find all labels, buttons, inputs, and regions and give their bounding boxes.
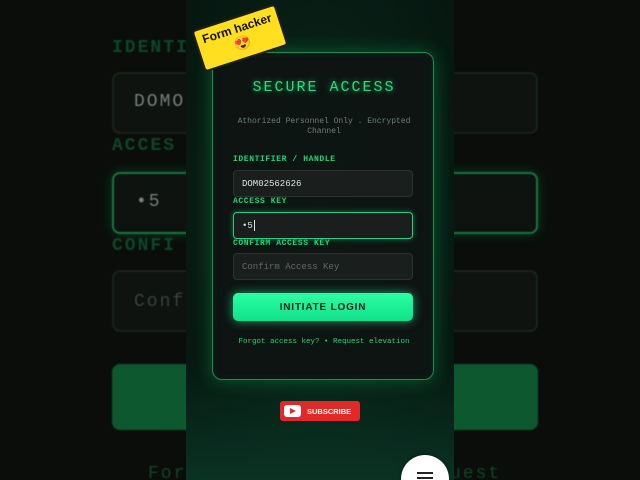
access-key-input[interactable]: •5 <box>233 212 413 239</box>
subscribe-label: SUBSCRIBE <box>307 406 352 416</box>
youtube-icon <box>284 405 301 417</box>
initiate-login-button[interactable]: INITIATE LOGIN <box>233 293 413 321</box>
bg-ident-value: DOMO <box>134 92 186 112</box>
subscribe-button[interactable]: SUBSCRIBE <box>280 401 360 421</box>
heart-eyes-emoji-icon: 😍 <box>232 34 254 55</box>
text-caret <box>253 220 255 231</box>
identifier-value: DOM02562626 <box>242 178 302 189</box>
card-title: SECURE ACCESS <box>252 79 396 96</box>
access-key-value: •5 <box>242 220 253 231</box>
menu-icon <box>417 472 433 474</box>
bg-access-value: •5 <box>136 192 162 212</box>
confirm-key-input[interactable]: Confirm Access Key <box>233 253 413 280</box>
footer-links[interactable]: Forgot access key? • Request elevation <box>233 337 415 347</box>
menu-icon-bar <box>417 477 433 479</box>
login-card: SECURE ACCESS Athorized Personnel Only .… <box>212 52 434 380</box>
bg-access-label: ACCES <box>112 136 177 156</box>
bg-confirm-label: CONFI <box>112 236 177 256</box>
bg-ident-label: IDENTI <box>112 38 189 58</box>
identifier-input[interactable]: DOM02562626 <box>233 170 413 197</box>
identifier-label: IDENTIFIER / HANDLE <box>233 155 336 164</box>
access-key-label: ACCESS KEY <box>233 197 288 206</box>
confirm-key-label: CONFIRM ACCESS KEY <box>233 239 331 248</box>
card-subtitle: Athorized Personnel Only . Encrypted Cha… <box>237 117 411 136</box>
bg-confirm-value: Conf <box>134 292 186 312</box>
bg-footer-left: For <box>148 464 187 480</box>
confirm-key-placeholder: Confirm Access Key <box>242 261 340 272</box>
bg-footer-right: uest <box>450 464 502 480</box>
